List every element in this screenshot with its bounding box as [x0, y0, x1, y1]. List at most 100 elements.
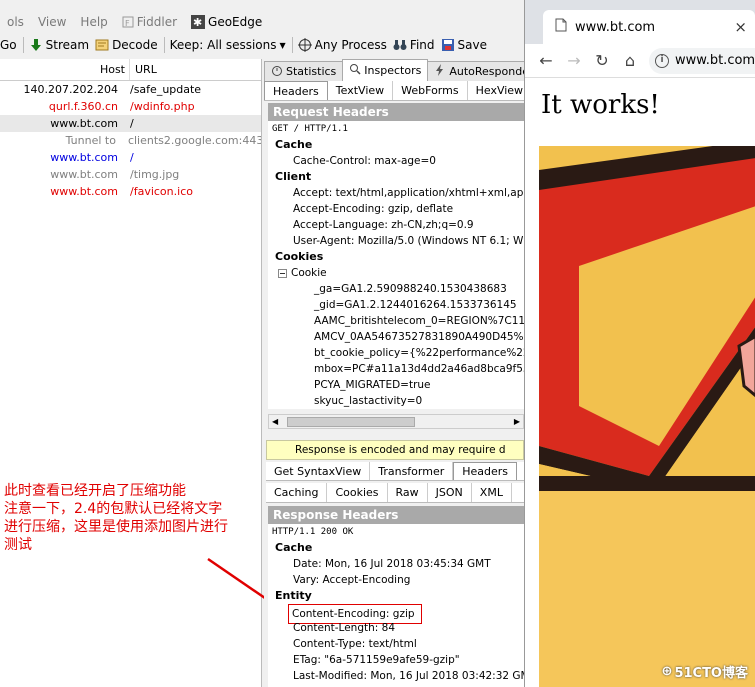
decode-button[interactable]: Decode — [95, 38, 164, 52]
tab-inspectors[interactable]: Inspectors — [342, 59, 429, 81]
session-list-header: Host URL — [0, 59, 261, 81]
inspect-icon — [349, 63, 361, 78]
binoculars-icon — [393, 38, 407, 52]
stream-button[interactable]: Stream — [29, 38, 95, 52]
header-last-modified: Last-Modified: Mon, 16 Jul 2018 03:42:32… — [293, 670, 524, 682]
session-row[interactable]: www.bt.com/timg.jpg — [0, 166, 261, 183]
session-url: /favicon.ico — [130, 185, 193, 198]
any-process-button[interactable]: Any Process — [297, 38, 393, 52]
cookie-value: PCYA_MIGRATED=true — [314, 379, 431, 391]
scroll-right-icon[interactable]: ▶ — [514, 417, 520, 426]
tab-inspectors-label: Inspectors — [364, 64, 422, 77]
session-url: clients2.google.com:443 — [127, 134, 261, 147]
dropdown-arrow-icon: ▼ — [279, 40, 286, 50]
group-cache: Cache — [275, 541, 313, 554]
decode-label: Decode — [112, 38, 158, 52]
menu-fiddler[interactable]: F Fiddler — [115, 15, 184, 29]
subtab-json[interactable]: JSON — [428, 483, 472, 502]
session-row[interactable]: Tunnel to clients2.google.com:443 — [0, 132, 261, 149]
menu-bar: ols View Help F Fiddler ✱ GeoEdge — [0, 11, 524, 33]
stopwatch-icon — [271, 64, 283, 79]
subtab-textview[interactable]: Te — [517, 462, 524, 480]
menu-help[interactable]: Help — [73, 15, 114, 29]
encoded-response-banner[interactable]: Response is encoded and may require d — [266, 440, 524, 460]
cookie-value: mbox=PC#a11a13d4dd2a46ad8bca9f5554c — [314, 363, 524, 375]
header-accept: Accept: text/html,application/xhtml+xml,… — [293, 187, 524, 199]
any-process-label: Any Process — [314, 38, 387, 52]
subtab-webforms[interactable]: WebForms — [393, 81, 468, 100]
cookie-node-label: Cookie — [291, 267, 327, 279]
column-header-url[interactable]: URL — [130, 63, 157, 76]
header-etag: ETag: "6a-571159e9afe59-gzip" — [293, 654, 460, 666]
subtab-caching[interactable]: Caching — [266, 483, 328, 502]
session-url: /wdinfo.php — [130, 100, 195, 113]
session-url: /timg.jpg — [130, 168, 180, 181]
save-button[interactable]: Save — [441, 38, 493, 52]
stream-arrow-icon — [29, 38, 43, 52]
subtab-cookies[interactable]: Cookies — [327, 483, 388, 502]
session-row[interactable]: qurl.f.360.cn/wdinfo.php — [0, 98, 261, 115]
subtab-headers[interactable]: Headers — [264, 81, 328, 100]
subtab-response-headers[interactable]: Headers — [453, 462, 518, 480]
browser-tab[interactable]: www.bt.com × — [543, 10, 755, 44]
cookie-value: AAMC_britishtelecom_0=REGION%7C11 — [314, 315, 524, 327]
toolbar: Go Stream Decode Keep: All sessions ▼ An… — [0, 34, 524, 56]
request-line: GET / HTTP/1.1 — [272, 124, 348, 134]
browser-window: www.bt.com × ← → ↻ ⌂ i www.bt.com It wor… — [524, 0, 755, 687]
scrollbar-thumb[interactable] — [287, 417, 415, 427]
save-label: Save — [457, 38, 487, 52]
menu-view[interactable]: View — [31, 15, 73, 29]
subtab-hexview[interactable]: HexView — [468, 81, 524, 100]
tab-statistics[interactable]: Statistics — [264, 61, 344, 81]
session-host: www.bt.com — [50, 117, 118, 130]
subtab-raw[interactable]: Raw — [388, 483, 428, 502]
find-button[interactable]: Find — [393, 38, 441, 52]
header-accept-encoding: Accept-Encoding: gzip, deflate — [293, 203, 454, 215]
session-host: Tunnel to — [65, 134, 116, 147]
group-client: Client — [275, 170, 312, 183]
cookie-node[interactable]: Cookie — [268, 265, 524, 281]
scroll-left-icon[interactable]: ◀ — [269, 417, 278, 426]
browser-tab-title: www.bt.com — [575, 19, 656, 35]
session-row[interactable]: www.bt.com / — [0, 149, 261, 166]
session-host: 140.207.202.204 — [23, 83, 118, 96]
page-icon — [555, 18, 567, 36]
session-row[interactable]: www.bt.com / — [0, 115, 261, 132]
info-icon[interactable]: i — [655, 53, 669, 68]
session-url: / — [130, 151, 134, 164]
subtab-get-syntaxview[interactable]: Get SyntaxView — [266, 462, 371, 480]
toolbar-divider — [163, 37, 165, 53]
save-disk-icon — [441, 38, 455, 52]
back-icon[interactable]: ← — [537, 51, 555, 70]
collapse-icon[interactable] — [278, 268, 287, 278]
session-row[interactable]: 140.207.202.204/safe_update — [0, 81, 261, 98]
column-header-host[interactable]: Host — [0, 59, 130, 80]
horizontal-scrollbar[interactable]: ◀ ▶ — [268, 414, 524, 429]
lightning-icon — [434, 64, 446, 79]
session-rows: 140.207.202.204/safe_update qurl.f.360.cn… — [0, 81, 261, 200]
page-image — [539, 146, 755, 687]
tab-statistics-label: Statistics — [286, 65, 337, 78]
home-icon[interactable]: ⌂ — [621, 51, 639, 70]
subtab-textview[interactable]: TextView — [328, 81, 394, 100]
forward-icon[interactable]: → — [565, 51, 583, 70]
menu-tools[interactable]: ols — [0, 15, 31, 29]
header-vary: Vary: Accept-Encoding — [293, 574, 411, 586]
subtab-transformer[interactable]: Transformer — [370, 462, 454, 480]
annotation-line: 测试 — [4, 537, 32, 553]
tab-autoresponder[interactable]: AutoResponder — [427, 61, 524, 81]
session-row[interactable]: www.bt.com/favicon.ico — [0, 183, 261, 200]
go-button[interactable]: Go — [0, 38, 23, 52]
annotation-line: 进行压缩，这里是使用添加图片进行 — [4, 519, 228, 535]
close-tab-icon[interactable]: × — [734, 18, 747, 36]
request-subtabs: Headers TextView WebForms HexView — [264, 81, 524, 101]
address-bar[interactable]: i www.bt.com — [649, 47, 755, 74]
response-headers-pane: Response Headers HTTP/1.1 200 OK Cache D… — [268, 506, 524, 687]
subtab-xml[interactable]: XML — [472, 483, 512, 502]
header-cache-control: Cache-Control: max-age=0 — [293, 155, 436, 167]
keep-sessions-dropdown[interactable]: Keep: All sessions ▼ — [170, 38, 292, 52]
session-host: www.bt.com — [50, 151, 118, 164]
menu-geoedge[interactable]: ✱ GeoEdge — [184, 15, 269, 29]
svg-text:F: F — [125, 19, 130, 28]
reload-icon[interactable]: ↻ — [593, 51, 611, 70]
